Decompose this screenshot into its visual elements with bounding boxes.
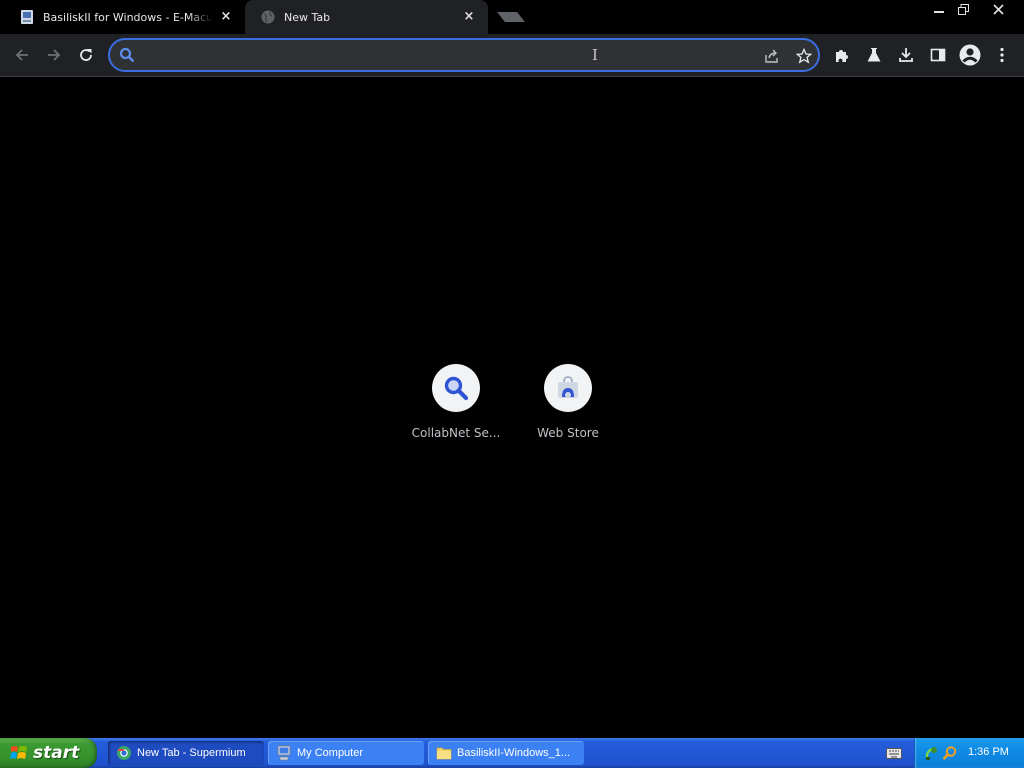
taskbar-item-supermium[interactable]: New Tab - Supermium	[108, 741, 264, 765]
start-label: start	[33, 743, 80, 763]
arrow-left-icon	[15, 49, 28, 61]
system-tray: 1:36 PM	[914, 738, 1024, 768]
web-store-icon	[558, 376, 578, 398]
tab-title: BasiliskII for Windows - E-Maculation	[43, 10, 213, 24]
flask-icon	[867, 48, 881, 62]
profile-button[interactable]	[956, 41, 984, 69]
tab-strip: BasiliskII for Windows - E-Maculation × …	[0, 0, 1024, 34]
shortcut-label: Web Store	[537, 426, 599, 440]
taskbar-item-label: My Computer	[297, 747, 364, 759]
tab-basilisk[interactable]: BasiliskII for Windows - E-Maculation ×	[10, 0, 245, 34]
shortcut-label: CollabNet Se...	[411, 426, 501, 440]
more-vertical-icon	[1000, 47, 1004, 63]
globe-icon	[261, 10, 275, 24]
forward-button[interactable]	[40, 41, 68, 69]
download-icon	[899, 48, 913, 62]
tab-close-icon[interactable]: ×	[462, 10, 476, 24]
back-button[interactable]	[8, 41, 36, 69]
arrow-right-icon	[48, 49, 61, 61]
shortcut-tile	[544, 364, 592, 412]
side-panel-icon	[930, 48, 946, 62]
share-button[interactable]	[760, 44, 784, 68]
shortcut-tile	[432, 364, 480, 412]
minimize-button[interactable]	[928, 0, 950, 18]
minimize-icon	[934, 11, 944, 13]
tab-close-icon[interactable]: ×	[219, 10, 233, 24]
magnifier-icon	[444, 376, 469, 401]
side-panel-button[interactable]	[924, 41, 952, 69]
taskbar: start New Tab - Supermium My Computer Ba…	[0, 738, 1024, 768]
text-cursor-icon: I	[592, 46, 598, 64]
windows-logo-icon	[10, 746, 27, 759]
reload-icon	[80, 49, 92, 61]
browser-icon	[117, 746, 131, 760]
network-icon[interactable]	[924, 745, 940, 761]
extensions-button[interactable]	[828, 41, 856, 69]
tab-title: New Tab	[284, 10, 331, 24]
tab-new-tab[interactable]: New Tab ×	[245, 0, 488, 34]
restore-icon	[957, 3, 969, 15]
search-icon[interactable]	[942, 745, 958, 761]
close-icon	[992, 3, 1004, 15]
taskbar-item-my-computer[interactable]: My Computer	[268, 741, 424, 765]
reload-button[interactable]	[72, 41, 100, 69]
computer-icon	[277, 745, 291, 761]
address-bar[interactable]: I	[108, 38, 820, 72]
new-tab-button[interactable]	[497, 12, 525, 22]
window-close-button[interactable]	[976, 0, 1020, 18]
taskbar-item-label: New Tab - Supermium	[137, 747, 246, 759]
shortcut-collabnet[interactable]: CollabNet Se...	[400, 364, 512, 440]
taskbar-item-folder[interactable]: BasiliskII-Windows_1...	[428, 741, 584, 765]
search-icon	[119, 47, 135, 63]
address-input[interactable]	[142, 44, 742, 66]
clock: 1:36 PM	[968, 746, 1009, 758]
puzzle-icon	[836, 50, 848, 62]
downloads-button[interactable]	[892, 41, 920, 69]
avatar-icon	[959, 44, 981, 66]
share-icon	[765, 49, 778, 63]
start-button[interactable]: start	[0, 738, 97, 768]
new-tab-page: CollabNet Se... Web Store	[0, 77, 1024, 738]
folder-icon	[436, 747, 452, 760]
taskbar-item-label: BasiliskII-Windows_1...	[457, 747, 571, 759]
labs-button[interactable]	[860, 41, 888, 69]
bookmark-button[interactable]	[792, 44, 816, 68]
menu-button[interactable]	[988, 41, 1016, 69]
restore-button[interactable]	[952, 0, 974, 18]
browser-toolbar: I	[0, 34, 1024, 76]
page-favicon-icon	[21, 10, 33, 24]
shortcut-web-store[interactable]: Web Store	[512, 364, 624, 440]
keyboard-icon[interactable]	[886, 746, 902, 760]
star-icon	[796, 48, 812, 64]
